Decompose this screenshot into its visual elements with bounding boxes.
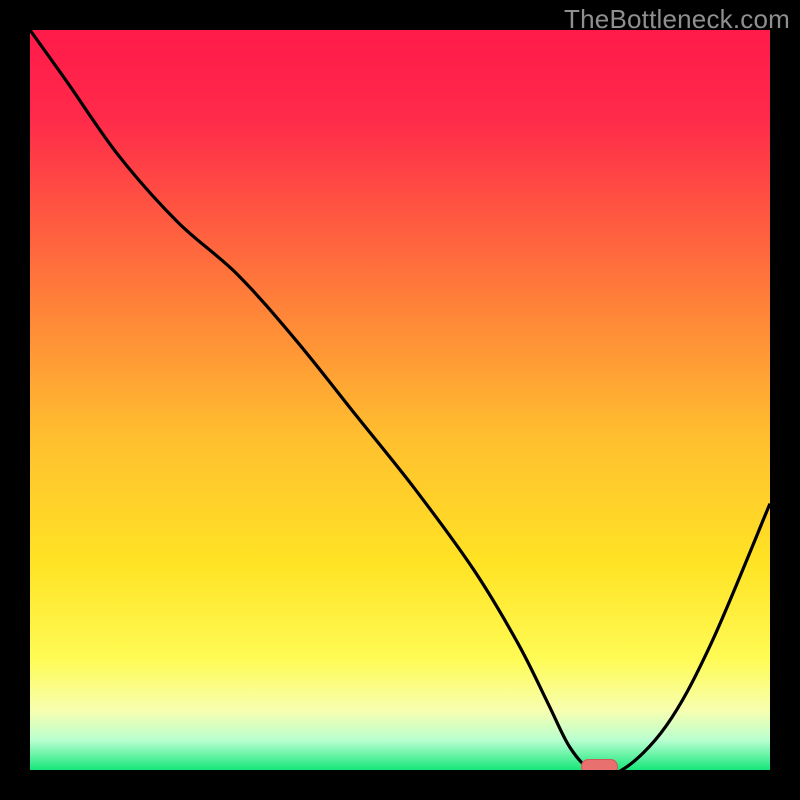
plot-area — [30, 30, 770, 770]
optimal-marker — [581, 759, 618, 770]
curve-layer — [30, 30, 770, 770]
bottleneck-curve — [30, 30, 770, 770]
chart-frame: TheBottleneck.com — [0, 0, 800, 800]
watermark-text: TheBottleneck.com — [564, 4, 790, 35]
